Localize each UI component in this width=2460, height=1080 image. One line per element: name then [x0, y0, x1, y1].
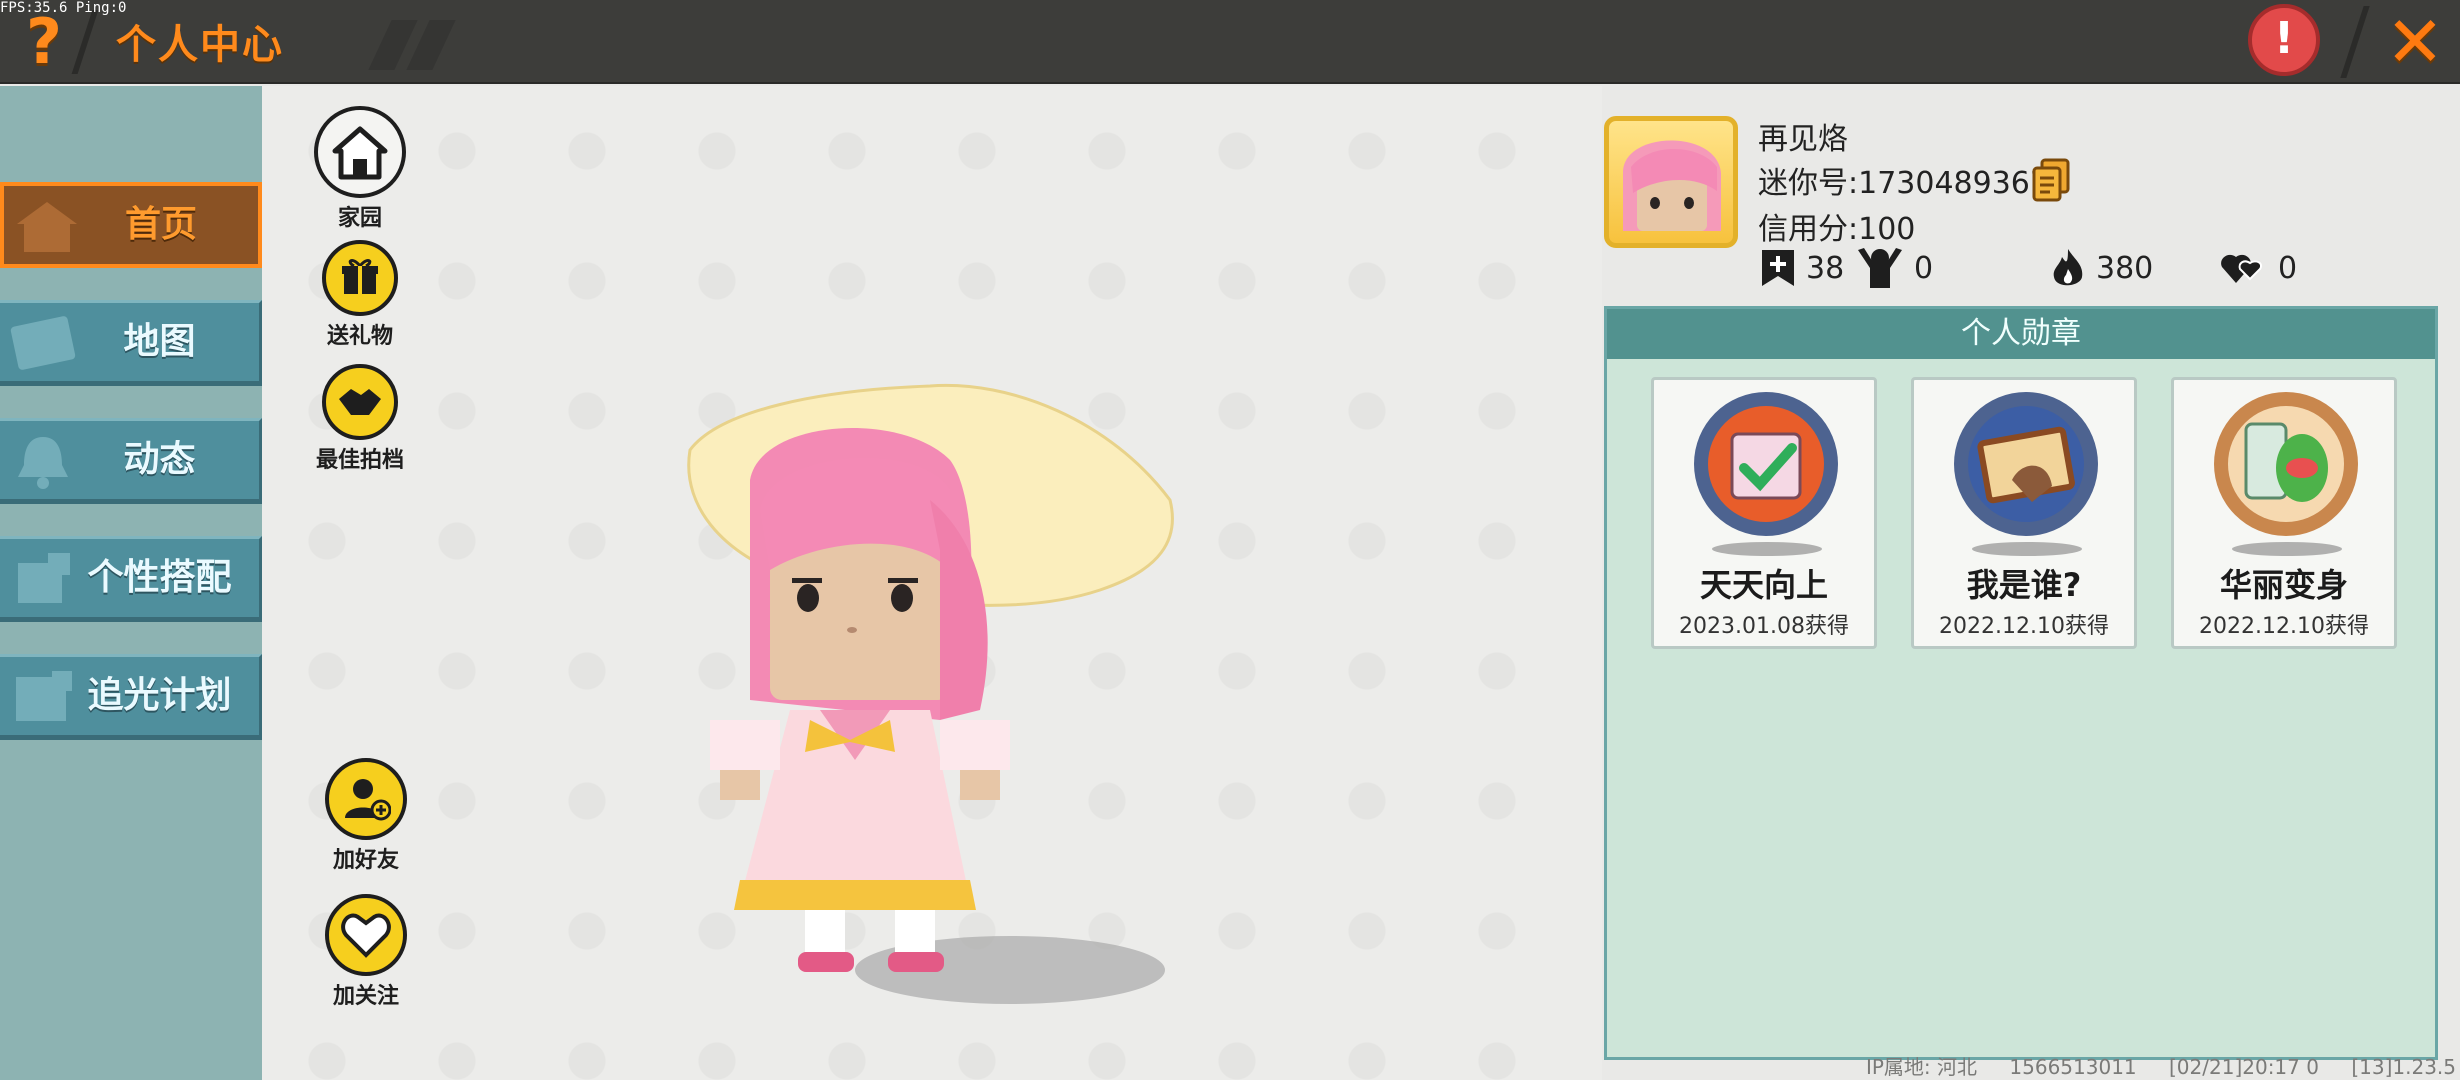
likes-stat: 0: [2220, 246, 2297, 290]
uid: 1566513011: [2009, 1055, 2137, 1079]
badge-card[interactable]: 我是谁? 2022.12.10获得: [1911, 377, 2137, 649]
follow-label: 加关注: [332, 984, 399, 1009]
likes-count: 0: [2278, 250, 2298, 286]
title-divider: [71, 10, 99, 74]
version: [13]1.23.5: [2351, 1055, 2456, 1079]
heart-icon: [325, 894, 407, 976]
postcard-medal-icon: [1954, 392, 2098, 536]
sidebar-item-label: 首页: [124, 204, 197, 245]
posts-count: 38: [1806, 250, 1845, 286]
badge-card[interactable]: 华丽变身 2022.12.10获得: [2171, 377, 2397, 649]
page-title: 个人中心: [116, 22, 284, 68]
sidebar-item-light-plan[interactable]: 追光计划: [0, 654, 262, 740]
mini-id: 迷你号:1730489367: [1758, 166, 2049, 201]
sidebar-item-label: 动态: [123, 439, 196, 480]
bookmark-plus-icon: [1762, 250, 1794, 286]
fps-readout: FPS:35.6 Ping:0: [0, 0, 127, 16]
badge-panel: 个人勋章 天天向上 2023.01.08获得 我是谁? 2022.12.10获得: [1604, 306, 2438, 1060]
popularity-count: 380: [2096, 250, 2154, 286]
close-button[interactable]: ✕: [2380, 4, 2450, 80]
sidebar-item-outfit[interactable]: 个性搭配: [0, 536, 262, 622]
dino-costume-medal-icon: [2214, 392, 2358, 536]
badge-card[interactable]: 天天向上 2023.01.08获得: [1651, 377, 1877, 649]
add-friend-icon: [325, 758, 407, 840]
avatar[interactable]: [1604, 116, 1738, 248]
decorative-stripes: [368, 20, 460, 70]
badge-shadow: [1972, 542, 2082, 556]
copy-icon[interactable]: [2032, 158, 2070, 202]
best-partner-action[interactable]: 最佳拍档: [290, 364, 430, 474]
gift-icon: [322, 240, 398, 316]
badge-panel-title: 个人勋章: [1607, 309, 2435, 359]
badge-name: 华丽变身: [2219, 566, 2348, 604]
top-bar: ? 个人中心 ! ✕: [0, 0, 2460, 84]
sidebar-item-map[interactable]: 地图: [0, 300, 262, 386]
follow-action[interactable]: 加关注: [296, 894, 436, 1010]
badge-date: 2022.12.10获得: [1939, 614, 2109, 639]
calendar-check-medal-icon: [1694, 392, 1838, 536]
ip-location: IP属地: 河北: [1865, 1055, 1978, 1079]
handshake-icon: [322, 364, 398, 440]
sidebar-item-label: 地图: [123, 321, 196, 362]
badge-shadow: [2232, 542, 2342, 556]
sidebar: 首页 地图 动态 个性搭配 追光计划: [0, 86, 262, 1080]
flame-icon: [2053, 249, 2083, 286]
home-action[interactable]: 家园: [290, 106, 430, 232]
badge-shadow: [1712, 542, 1822, 556]
player-character[interactable]: [680, 380, 1200, 1020]
timestamp: [02/21]20:17 0: [2169, 1055, 2319, 1079]
add-friend-label: 加好友: [332, 848, 399, 873]
sidebar-item-home[interactable]: 首页: [0, 182, 262, 268]
add-friend-action[interactable]: 加好友: [296, 758, 436, 874]
close-divider: [2340, 6, 2370, 78]
sidebar-item-feed[interactable]: 动态: [0, 418, 262, 504]
posts-stat: 38: [1760, 246, 1844, 290]
popularity-stat: 380: [2050, 246, 2153, 290]
badge-date: 2022.12.10获得: [2199, 614, 2369, 639]
report-button[interactable]: !: [2248, 4, 2320, 76]
badge-name: 我是谁?: [1966, 566, 2082, 604]
sidebar-item-label: 追光计划: [87, 675, 232, 716]
cheering-person-icon: [1858, 248, 1902, 288]
badge-date: 2023.01.08获得: [1679, 614, 1849, 639]
followers-stat: 0: [1856, 246, 1933, 290]
best-partner-label: 最佳拍档: [315, 448, 404, 473]
hearts-icon: [2221, 254, 2262, 283]
followers-count: 0: [1914, 250, 1934, 286]
credit-score: 信用分:100: [1758, 212, 1916, 247]
sidebar-item-label: 个性搭配: [87, 557, 232, 598]
player-name: 再见烙: [1758, 122, 1848, 157]
gift-label: 送礼物: [326, 324, 393, 349]
home-label: 家园: [337, 206, 382, 231]
house-icon: [314, 106, 406, 198]
badge-name: 天天向上: [1699, 566, 1828, 604]
help-button[interactable]: ?: [14, 6, 74, 78]
footer-info: IP属地: 河北 1566513011 [02/21]20:17 0 [13]1…: [1840, 1051, 2456, 1080]
gift-action[interactable]: 送礼物: [290, 240, 430, 350]
